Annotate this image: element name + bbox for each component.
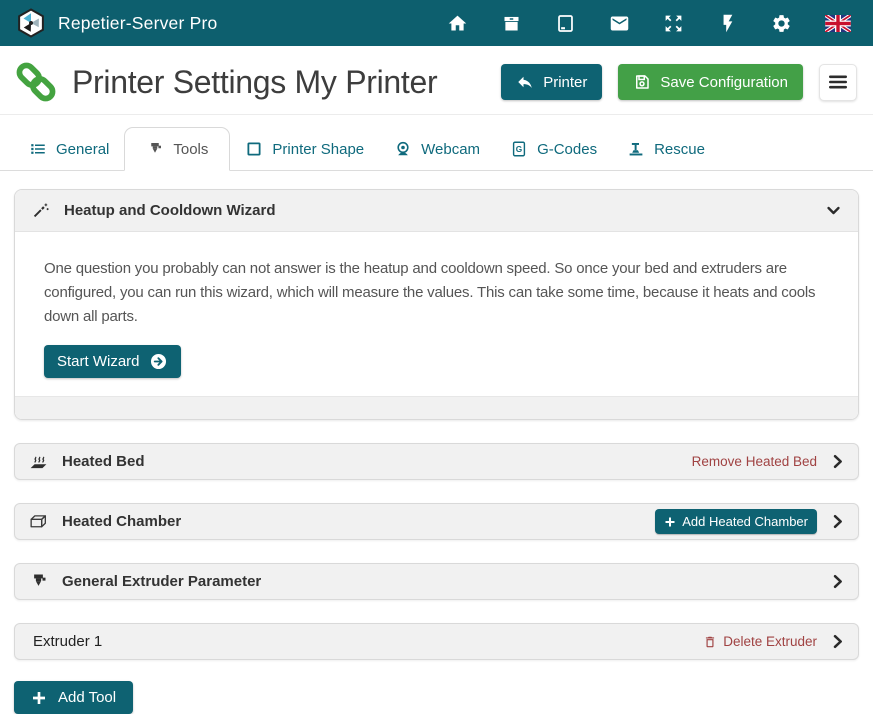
uk-flag-icon[interactable] [825,15,851,32]
topbar-icon-menu [447,13,857,34]
wizard-panel-footer [15,396,858,419]
bottom-actions: Add Tool [14,681,859,714]
magic-wand-icon [31,201,50,220]
top-navigation-bar: Repetier-Server Pro [0,0,873,46]
chevron-right-icon[interactable] [829,453,846,470]
chevron-down-icon[interactable] [825,202,842,219]
brand[interactable]: Repetier-Server Pro [16,8,217,38]
section-heated-chamber[interactable]: Heated Chamber Add Heated Chamber [14,503,859,540]
wizard-panel-title: Heatup and Cooldown Wizard [64,202,276,219]
back-arrow-icon [516,73,534,91]
section-title: Extruder 1 [28,633,102,650]
printer-button[interactable]: Printer [501,64,602,100]
settings-tab-bar: General Tools Printer Shape Webcam G G-C… [0,117,873,171]
expand-icon[interactable] [663,13,684,34]
add-tool-button[interactable]: Add Tool [14,681,133,714]
mail-icon[interactable] [609,13,630,34]
chamber-icon [28,511,49,532]
repetier-logo-icon [16,8,46,38]
bolt-icon[interactable] [717,13,738,34]
gear-icon[interactable] [771,13,792,34]
chevron-right-icon[interactable] [829,633,846,650]
tablet-icon[interactable] [555,13,576,34]
wizard-description: One question you probably can not answer… [44,257,829,329]
trash-icon [703,635,717,649]
wizard-panel-body: One question you probably can not answer… [15,232,858,396]
gcode-file-icon: G [510,140,528,158]
save-icon [633,73,651,91]
section-extruder-1[interactable]: Extruder 1 Delete Extruder [14,623,859,660]
tab-webcam[interactable]: Webcam [379,127,495,171]
tab-tools[interactable]: Tools [124,127,230,171]
webcam-icon [394,140,412,158]
list-icon [29,140,47,158]
wizard-panel-header[interactable]: Heatup and Cooldown Wizard [15,190,858,232]
app-title: Repetier-Server Pro [58,13,217,34]
extruder-icon [28,571,49,592]
chain-link-icon [14,60,58,104]
save-configuration-button[interactable]: Save Configuration [618,64,803,100]
plus-icon [31,690,47,706]
rescue-icon [627,140,645,158]
section-heated-bed[interactable]: Heated Bed Remove Heated Bed [14,443,859,480]
extruder-icon [146,140,164,158]
tab-printer-shape[interactable]: Printer Shape [230,127,379,171]
section-title: Heated Bed [62,453,145,470]
start-wizard-button[interactable]: Start Wizard [44,345,181,378]
arrow-right-circle-icon [149,352,168,371]
add-heated-chamber-button[interactable]: Add Heated Chamber [655,509,817,534]
hamburger-icon [829,74,847,90]
heatup-cooldown-wizard-panel: Heatup and Cooldown Wizard One question … [14,189,859,420]
section-title: General Extruder Parameter [62,573,261,590]
page-header: Printer Settings My Printer Printer Save… [0,46,873,115]
tab-rescue[interactable]: Rescue [612,127,720,171]
section-title: Heated Chamber [62,513,181,530]
svg-text:G: G [516,145,522,154]
plus-icon [664,516,676,528]
page-title: Printer Settings My Printer [72,64,437,101]
remove-heated-bed-link[interactable]: Remove Heated Bed [692,454,817,469]
square-outline-icon [245,140,263,158]
archive-box-icon[interactable] [501,13,522,34]
chevron-right-icon[interactable] [829,513,846,530]
heated-bed-icon [28,451,49,472]
chevron-right-icon[interactable] [829,573,846,590]
home-icon[interactable] [447,13,468,34]
section-general-extruder-parameter[interactable]: General Extruder Parameter [14,563,859,600]
menu-button[interactable] [819,64,857,101]
tab-general[interactable]: General [14,127,124,171]
delete-extruder-link[interactable]: Delete Extruder [703,634,817,649]
tab-gcodes[interactable]: G G-Codes [495,127,612,171]
